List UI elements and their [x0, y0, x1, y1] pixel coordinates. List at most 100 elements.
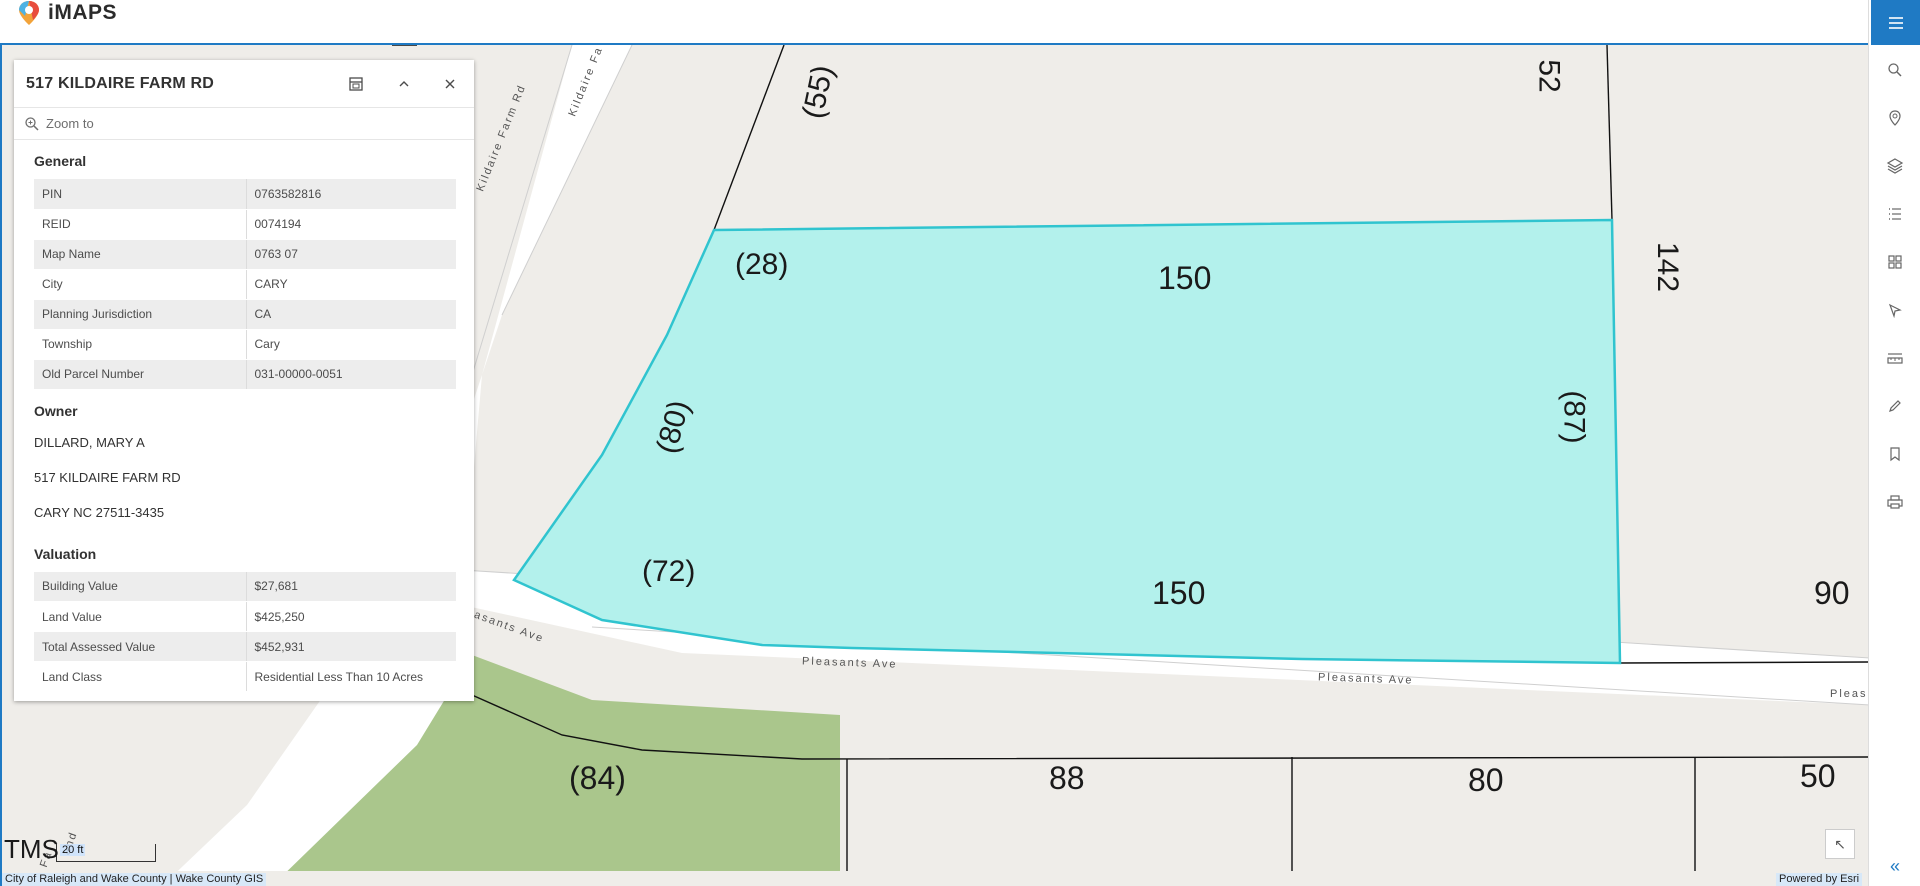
attr-label: Building Value [34, 571, 247, 602]
default-extent-button[interactable]: ↖ [1825, 829, 1855, 859]
attr-value: 0074194 [246, 209, 456, 240]
attr-label: Total Assessed Value [34, 631, 247, 662]
locate-tool[interactable] [1881, 104, 1909, 132]
lot-label-150-top: 150 [1158, 260, 1212, 296]
lot-label-72: (72) [642, 555, 696, 588]
double-chevron-left-icon: « [1889, 855, 1900, 876]
app-logo[interactable]: iMAPS [16, 0, 117, 26]
table-row: PIN 0763582816 [34, 179, 456, 210]
collapse-popup-button[interactable] [392, 72, 416, 96]
attr-value: 031-00000-0051 [246, 359, 456, 390]
popup-header: 517 KILDAIRE FARM RD [14, 60, 474, 108]
attr-label: Old Parcel Number [34, 359, 247, 390]
lot-label-52: 52 [1532, 59, 1566, 93]
parcel-popup: 517 KILDAIRE FARM RD Zoom to General PIN… [14, 60, 474, 701]
attr-label: Land Value [34, 601, 247, 632]
table-row: Map Name 0763 07 [34, 239, 456, 270]
table-row: Township Cary [34, 329, 456, 360]
chevron-up-icon [399, 81, 409, 87]
attr-value: $425,250 [246, 601, 456, 632]
lot-label-28: (28) [735, 248, 789, 281]
zoom-to-label: Zoom to [46, 116, 94, 131]
owner-address: 517 KILDAIRE FARM RD [34, 469, 181, 485]
qr-code-icon [1888, 255, 1902, 269]
app-name: iMAPS [48, 1, 118, 24]
general-table: PIN 0763582816 REID 0074194 Map Name 0763 0… [34, 179, 456, 390]
pencil-icon [1889, 400, 1901, 412]
valuation-heading: Valuation [34, 545, 97, 562]
attr-value: CARY [246, 269, 456, 300]
collapse-toolbar-button[interactable]: « [1881, 852, 1909, 880]
print-tool[interactable] [1881, 488, 1909, 516]
zoom-to-action[interactable]: Zoom to [14, 108, 474, 140]
lot-label-150-bottom: 150 [1152, 575, 1206, 611]
attr-label: Map Name [34, 239, 247, 270]
menu-button[interactable] [1871, 0, 1920, 45]
table-row: Building Value $27,681 [34, 571, 456, 602]
table-row: REID 0074194 [34, 209, 456, 240]
attr-value: CA [246, 299, 456, 330]
bookmarks-tool[interactable] [1881, 440, 1909, 468]
app-header: iMAPS [0, 0, 1868, 45]
close-icon [445, 79, 455, 89]
location-pin-icon [1889, 110, 1901, 126]
attr-value: 0763582816 [246, 179, 456, 210]
table-row: Land Class Residential Less Than 10 Acres [34, 661, 456, 692]
scale-label: 20 ft [60, 844, 86, 856]
popup-content[interactable]: General PIN 0763582816 REID 0074194 Map Na… [14, 153, 474, 692]
lot-label-84: (84) [569, 760, 626, 796]
owner-name: DILLARD, MARY A [34, 434, 145, 450]
lot-label-80-bottom: 80 [1468, 762, 1504, 798]
basemap-tool[interactable] [1881, 248, 1909, 276]
attr-label: Planning Jurisdiction [34, 299, 247, 330]
table-row: Land Value $425,250 [34, 601, 456, 632]
attr-label: City [34, 269, 247, 300]
table-row: Planning Jurisdiction CA [34, 299, 456, 330]
map-mark: TMS [4, 834, 59, 864]
map-pin-logo-icon [16, 0, 42, 26]
attr-label: PIN [34, 179, 247, 210]
attr-value: 0763 07 [246, 239, 456, 270]
right-toolbar: « [1868, 0, 1920, 886]
dock-icon [349, 77, 363, 91]
bookmark-icon [1890, 447, 1900, 462]
owner-heading: Owner [34, 402, 78, 419]
hamburger-icon [1889, 16, 1903, 29]
search-tool[interactable] [1881, 56, 1909, 84]
arrow-up-left-icon: ↖ [1834, 835, 1846, 852]
layers-icon [1886, 158, 1904, 174]
attr-value: Cary [246, 329, 456, 360]
attr-label: REID [34, 209, 247, 240]
select-tool[interactable] [1881, 296, 1909, 324]
lot-label-142: 142 [1651, 241, 1685, 293]
dock-button[interactable] [344, 72, 368, 96]
measure-icon [1887, 353, 1903, 364]
lot-label-88: 88 [1049, 760, 1085, 796]
close-popup-button[interactable] [438, 72, 462, 96]
attr-label: Land Class [34, 661, 247, 692]
attr-value: $27,681 [246, 571, 456, 602]
zoom-in-icon [25, 116, 39, 131]
attr-value: Residential Less Than 10 Acres [246, 661, 456, 692]
lot-label-50: 50 [1800, 758, 1836, 794]
lot-label-90: 90 [1814, 575, 1850, 611]
navigate-icon [1888, 303, 1902, 318]
attr-label: Township [34, 329, 247, 360]
layers-tool[interactable] [1881, 152, 1909, 180]
general-heading: General [34, 153, 87, 169]
owner-city-zip: CARY NC 27511-3435 [34, 504, 165, 520]
table-row: City CARY [34, 269, 456, 300]
search-icon [1888, 63, 1902, 77]
list-icon [1889, 208, 1901, 220]
valuation-table: Building Value $27,681 Land Value $425,250… [34, 571, 456, 692]
powered-by-esri[interactable]: Powered by Esri [1776, 873, 1863, 886]
draw-tool[interactable] [1881, 392, 1909, 420]
table-row: Old Parcel Number 031-00000-0051 [34, 359, 456, 390]
legend-tool[interactable] [1881, 200, 1909, 228]
measure-tool[interactable] [1881, 344, 1909, 372]
print-icon [1887, 495, 1903, 509]
popup-title: 517 KILDAIRE FARM RD [26, 74, 215, 92]
map-attribution: City of Raleigh and Wake County | Wake C… [2, 873, 267, 886]
street-label-pleasants-4: Pleasa [1830, 688, 1868, 700]
lot-label-87: (87) [1557, 390, 1591, 444]
